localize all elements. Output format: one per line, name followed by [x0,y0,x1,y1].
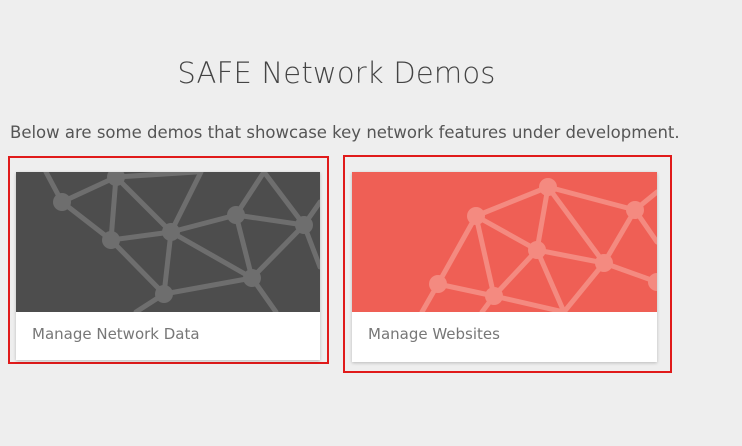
network-pattern-image [352,172,657,312]
card-manage-network-data[interactable]: Manage Network Data [16,172,320,360]
page-title: SAFE Network Demos [177,56,496,90]
card-label[interactable]: Manage Network Data [32,325,200,343]
card-label[interactable]: Manage Websites [368,325,500,343]
network-pattern-image [16,172,320,312]
card-manage-websites[interactable]: Manage Websites [352,172,657,362]
intro-text: Below are some demos that showcase key n… [10,123,680,142]
